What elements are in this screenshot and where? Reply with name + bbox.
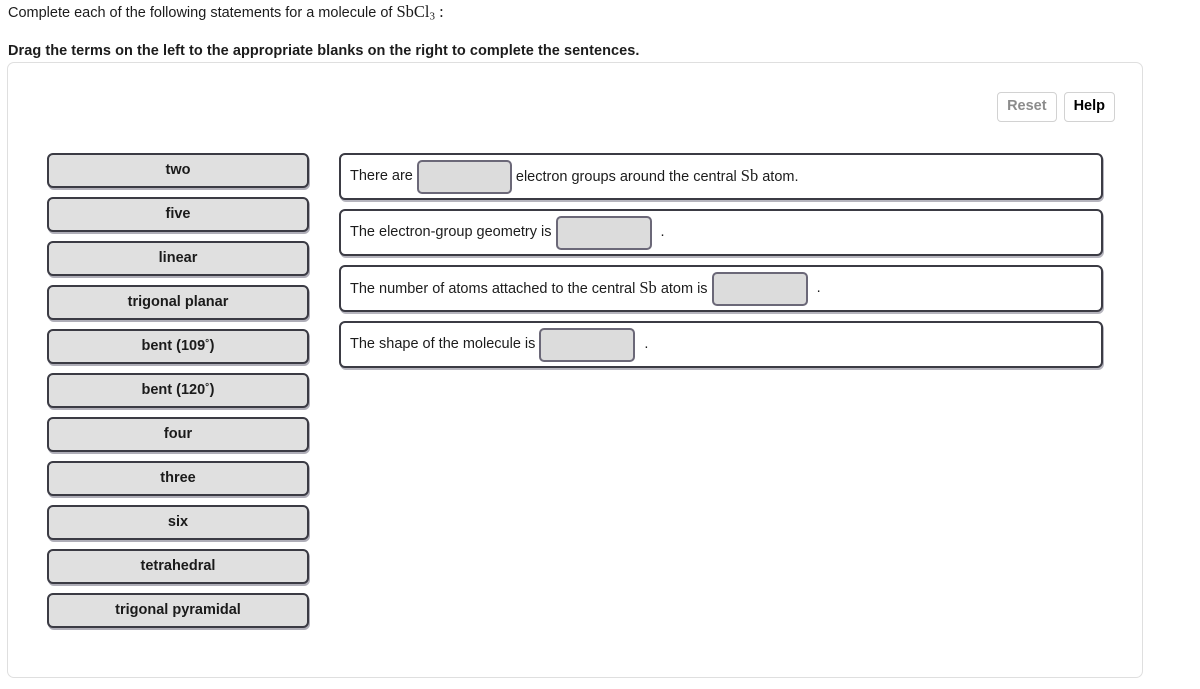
term-chip-bent-109[interactable]: bent (109°) [47,329,309,364]
term-chip-trigonal-pyramidal[interactable]: trigonal pyramidal [47,593,309,628]
term-chip-label: bent (109°) [141,339,214,354]
panel-toolbar: Reset Help [997,92,1115,122]
term-chip-text: bent (120 [141,382,206,399]
term-chip-label: five [165,206,191,223]
formula-symbol: SbCl [396,2,430,21]
term-chip-four[interactable]: four [47,417,309,452]
term-chip-label: trigonal pyramidal [115,602,241,619]
sentence-row-electron-group-geometry: The electron-group geometry is . [339,209,1103,256]
sentence-period: . [644,336,649,353]
reset-button[interactable]: Reset [997,92,1057,122]
sentence-period: . [816,280,821,297]
sentence-text-after-part: electron groups around the central [515,169,741,186]
term-chip-bent-120[interactable]: bent (120°) [47,373,309,408]
central-atom-symbol: Sb [740,166,759,186]
sentence-text-before: The shape of the molecule is [350,336,536,353]
sentence-text-before-part: The number of atoms attached to the cent… [350,281,640,298]
help-button[interactable]: Help [1063,92,1115,122]
term-chip-six[interactable]: six [47,505,309,540]
term-chip-tetrahedral[interactable]: tetrahedral [47,549,309,584]
question-line: Complete each of the following statement… [8,0,1158,26]
term-chip-label: tetrahedral [140,558,216,575]
sentence-text-before: There are [350,168,413,185]
term-chip-text: bent (109 [141,338,206,355]
formula-colon: : [435,2,444,21]
blank-slot-attached-atoms[interactable] [711,271,808,306]
sentence-list: There are electron groups around the cen… [339,153,1103,377]
prompt-header: Complete each of the following statement… [8,0,1158,61]
term-chip-trigonal-planar[interactable]: trigonal planar [47,285,309,320]
term-chip-five[interactable]: five [47,197,309,232]
term-chip-label: trigonal planar [127,294,229,311]
blank-slot-electron-group-geometry[interactable] [555,215,652,250]
instruction-line: Drag the terms on the left to the approp… [8,43,640,60]
term-chip-label: three [160,470,196,487]
term-chip-linear[interactable]: linear [47,241,309,276]
term-chip-two[interactable]: two [47,153,309,188]
sentence-text-tail: atom. [758,169,799,186]
term-chip-label: two [165,162,191,179]
term-chip-text-end: ) [209,382,215,399]
blank-slot-electron-groups[interactable] [416,159,512,194]
molecule-formula: SbCl3 : [396,2,444,22]
sentence-row-attached-atoms: The number of atoms attached to the cent… [339,265,1103,312]
sentence-text-before: The electron-group geometry is [350,224,552,241]
central-atom-symbol: Sb [639,278,657,298]
sentence-row-electron-groups: There are electron groups around the cen… [339,153,1103,200]
sentence-text-before: The number of atoms attached to the cent… [350,280,708,297]
sentence-text-after: electron groups around the central Sb at… [516,168,799,185]
sentence-row-molecule-shape: The shape of the molecule is . [339,321,1103,368]
activity-panel: Reset Help two five linear trigonal plan… [7,62,1143,678]
blank-slot-molecule-shape[interactable] [539,327,636,362]
sentence-text-before-tail: atom is [656,281,708,298]
term-bank: two five linear trigonal planar bent (10… [47,153,309,637]
term-chip-label: four [163,426,193,443]
term-chip-three[interactable]: three [47,461,309,496]
term-chip-text-end: ) [209,338,215,355]
sentence-period: . [660,224,665,241]
term-chip-label: linear [158,250,198,267]
question-text: Complete each of the following statement… [8,5,397,21]
term-chip-label: bent (120°) [141,383,214,398]
term-chip-label: six [167,514,189,531]
